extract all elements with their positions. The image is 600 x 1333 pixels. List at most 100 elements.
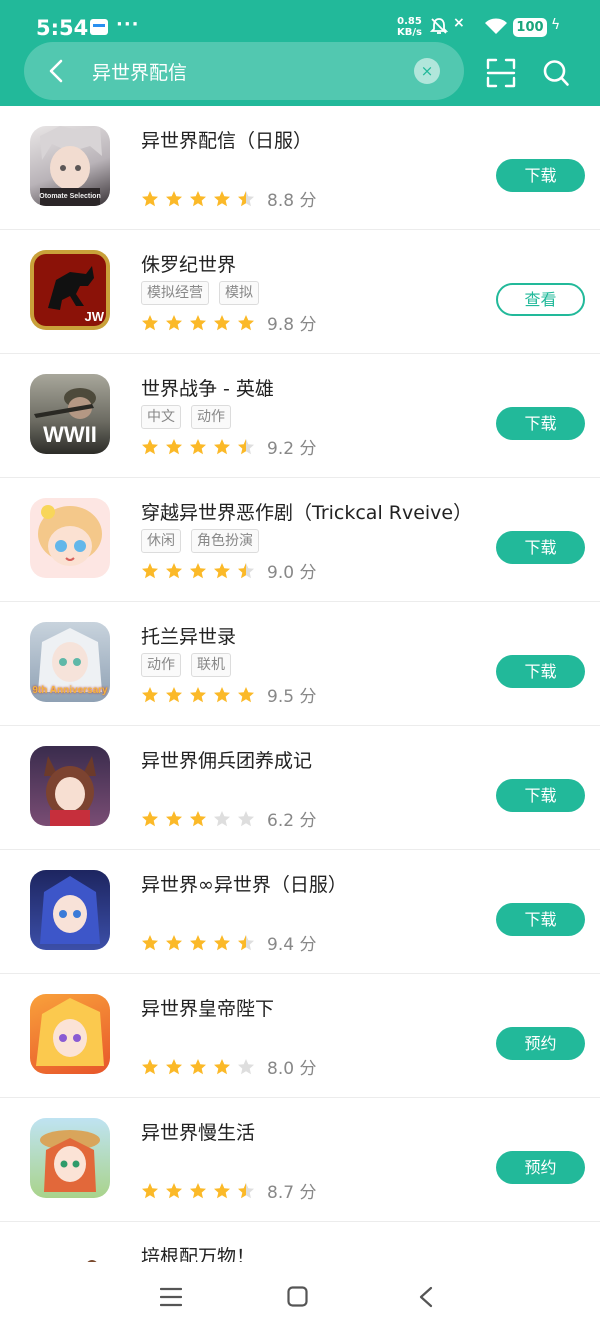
system-nav-bar [0, 1262, 600, 1333]
tag[interactable]: 联机 [191, 653, 231, 677]
star-icon [190, 810, 206, 826]
app-score: 8.8 分 [267, 191, 317, 211]
fox-girl-icon [44, 756, 96, 826]
star-icon [238, 810, 254, 826]
status-bar: 5:54 ··· 0.85 KB/s × 100 ϟ [0, 0, 600, 42]
reserve-button[interactable]: 预约 [496, 1151, 585, 1184]
star-icon [142, 934, 158, 950]
app-list-item[interactable]: 异世界皇帝陛下 8.0 分 预约 [0, 974, 600, 1098]
app-score: 9.2 分 [267, 439, 317, 459]
star-rating [141, 686, 261, 704]
app-list-item[interactable]: JW 侏罗纪世界 模拟经营 模拟 9.8 分 查看 [0, 230, 600, 354]
app-icon-label: JW [84, 309, 105, 324]
network-speed-value: 0.85 [397, 16, 422, 27]
star-icon [142, 1182, 158, 1198]
search-bar: × [24, 42, 464, 100]
app-list-item[interactable]: 异世界∞异世界（日服） 9.4 分 下载 [0, 850, 600, 974]
star-icon [238, 314, 254, 330]
rating: 9.4 分 [141, 930, 316, 955]
app-name: 异世界慢生活 [141, 1122, 256, 1144]
search-icon[interactable] [542, 58, 570, 88]
tag[interactable]: 休闲 [141, 529, 181, 553]
star-icon [166, 1058, 182, 1074]
star-icon [142, 438, 158, 454]
download-button[interactable]: 下载 [496, 903, 585, 936]
tag[interactable]: 角色扮演 [191, 529, 259, 553]
star-rating [141, 190, 261, 208]
chibi-character-icon [38, 505, 102, 566]
scan-icon[interactable] [486, 58, 516, 88]
download-button[interactable]: 下载 [496, 159, 585, 192]
star-icon [214, 190, 230, 206]
tag[interactable]: 中文 [141, 405, 181, 429]
star-icon [214, 562, 230, 578]
tag-list: 休闲 角色扮演 [141, 529, 259, 553]
download-button[interactable]: 下载 [496, 531, 585, 564]
tag-list: 动作 联机 [141, 653, 231, 677]
download-button[interactable]: 下载 [496, 407, 585, 440]
app-list-item[interactable]: 异世界佣兵团养成记 6.2 分 下载 [0, 726, 600, 850]
app-list-item[interactable]: 穿越异世界恶作剧（Trickcal Rveive） 休闲 角色扮演 9.0 分 … [0, 478, 600, 602]
app-icon: JW [30, 250, 110, 330]
menu-icon[interactable] [160, 1287, 182, 1307]
app-icon [30, 746, 110, 826]
app-list-item[interactable]: 异世界慢生活 8.7 分 预约 [0, 1098, 600, 1222]
more-notifications-icon: ··· [116, 14, 140, 35]
star-icon [190, 438, 206, 454]
clear-search-button[interactable]: × [414, 58, 440, 84]
download-button[interactable]: 下载 [496, 779, 585, 812]
app-icon [30, 1118, 110, 1198]
reserve-button[interactable]: 预约 [496, 1027, 585, 1060]
tag[interactable]: 模拟 [219, 281, 259, 305]
star-icon [190, 314, 206, 330]
app-name: 托兰异世录 [141, 626, 237, 648]
download-button[interactable]: 下载 [496, 655, 585, 688]
star-icon [214, 314, 230, 330]
tag[interactable]: 模拟经营 [141, 281, 209, 305]
tag[interactable]: 动作 [141, 653, 181, 677]
app-name: 侏罗纪世界 [141, 254, 237, 276]
star-icon [214, 686, 230, 702]
tag[interactable]: 动作 [191, 405, 231, 429]
blue-hair-girl-icon [40, 876, 100, 944]
back-arrow-icon[interactable] [42, 56, 72, 86]
app-icon: Otomate Selection [30, 126, 110, 206]
home-icon[interactable] [287, 1286, 308, 1307]
nav-back-icon[interactable] [418, 1286, 434, 1308]
app-name: 异世界佣兵团养成记 [141, 750, 313, 772]
star-icon [214, 1058, 230, 1074]
app-score: 6.2 分 [267, 811, 317, 831]
star-rating [141, 314, 261, 332]
rating: 9.8 分 [141, 310, 316, 335]
status-time: 5:54 [36, 16, 89, 40]
star-rating [141, 934, 261, 952]
star-icon [142, 810, 158, 826]
star-icon [166, 1182, 182, 1198]
star-icon [166, 438, 182, 454]
star-icon [238, 1058, 254, 1074]
tag-list: 模拟经营 模拟 [141, 281, 259, 305]
app-list-item[interactable]: WWII 世界战争 - 英雄 中文 动作 9.2 分 下载 [0, 354, 600, 478]
search-input[interactable] [92, 52, 412, 90]
star-icon [142, 562, 158, 578]
rating: 8.8 分 [141, 186, 316, 211]
star-icon [142, 190, 158, 206]
star-icon [238, 1182, 254, 1198]
rating: 9.2 分 [141, 434, 316, 459]
rating: 8.0 分 [141, 1054, 316, 1079]
app-name: 异世界皇帝陛下 [141, 998, 275, 1020]
rating: 9.5 分 [141, 682, 316, 707]
view-button[interactable]: 查看 [496, 283, 585, 316]
app-list-item[interactable]: Otomate Selection 异世界配信（日服） 8.8 分 下载 [0, 106, 600, 230]
app-score: 9.5 分 [267, 687, 317, 707]
app-score: 9.4 分 [267, 935, 317, 955]
network-speed-unit: KB/s [397, 27, 422, 38]
star-icon [166, 686, 182, 702]
star-icon [238, 934, 254, 950]
app-icon: WWII [30, 374, 110, 454]
app-score: 9.0 分 [267, 563, 317, 583]
star-rating [141, 810, 261, 828]
notification-app-icon [90, 19, 108, 35]
app-name: 异世界∞异世界（日服） [141, 874, 347, 896]
app-list-item[interactable]: 9th Anniversary 托兰异世录 动作 联机 9.5 分 下载 [0, 602, 600, 726]
